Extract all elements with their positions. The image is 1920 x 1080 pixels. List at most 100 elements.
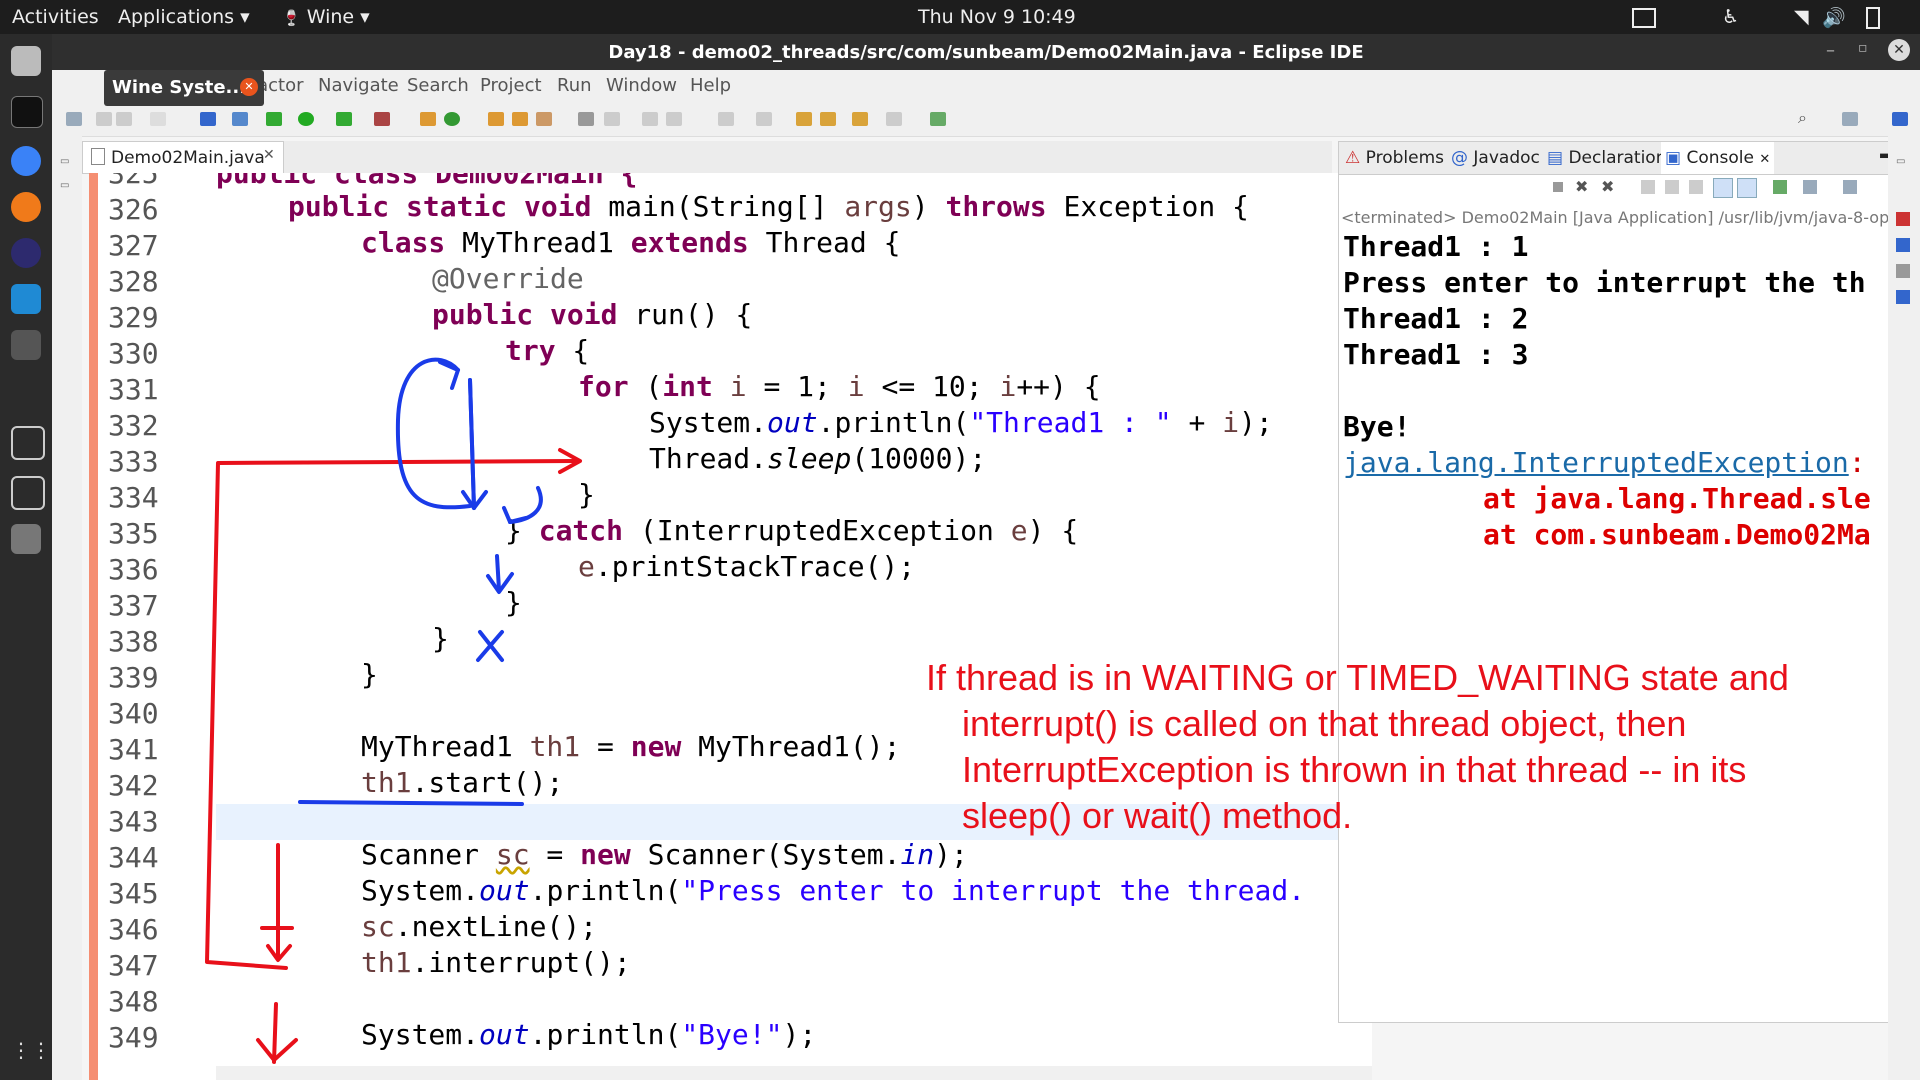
prev-annotation-icon[interactable] xyxy=(756,112,772,126)
tab-javadoc[interactable]: @ Javadoc xyxy=(1451,148,1540,168)
menu-window[interactable]: Window xyxy=(606,75,677,96)
wine-system-tray-tooltip[interactable]: Wine Syste... ✕ xyxy=(104,70,264,106)
undo-icon[interactable] xyxy=(150,112,166,126)
monitor-icon[interactable] xyxy=(11,426,45,460)
forward-arrow-icon[interactable] xyxy=(886,112,902,126)
line-number: 344 xyxy=(108,841,159,874)
battery-icon[interactable] xyxy=(1866,7,1880,29)
volume-icon[interactable]: 🔊 xyxy=(1822,6,1846,29)
accessibility-icon[interactable]: ♿ xyxy=(1722,6,1739,28)
wifi-icon[interactable]: ◥ xyxy=(1794,6,1809,28)
terminal-view-icon[interactable] xyxy=(200,112,216,126)
next-annotation-icon[interactable] xyxy=(718,112,734,126)
external-tools-icon[interactable] xyxy=(374,112,390,126)
open-type-icon[interactable] xyxy=(488,112,504,126)
display-console-icon[interactable] xyxy=(1803,180,1817,194)
last-edit-icon[interactable] xyxy=(796,112,812,126)
show-console-stderr-icon[interactable] xyxy=(1737,178,1757,198)
new-java-package-icon[interactable] xyxy=(420,112,436,126)
tab-problems[interactable]: ⚠ Problems xyxy=(1345,148,1444,168)
declaration-trim-icon[interactable] xyxy=(1896,264,1910,278)
show-console-stdout-icon[interactable] xyxy=(1713,178,1733,198)
minimize-icon[interactable]: – xyxy=(1826,40,1835,61)
close-icon[interactable]: ✕ xyxy=(1888,39,1910,61)
editor-tab-bar: Demo02Main.java ✕ xyxy=(82,141,1332,174)
coverage-icon[interactable] xyxy=(336,112,352,126)
close-tab-icon[interactable]: ✕ xyxy=(263,147,275,163)
mark-occurrences-icon[interactable] xyxy=(604,112,620,126)
files-icon[interactable] xyxy=(11,46,41,76)
screen-icon[interactable] xyxy=(1632,8,1656,28)
horizontal-scrollbar[interactable] xyxy=(216,1066,1372,1080)
menu-navigate[interactable]: Navigate xyxy=(318,75,399,96)
show-apps-icon[interactable]: ⋮⋮ xyxy=(11,1038,51,1068)
annotation-note: If thread is in WAITING or TIMED_WAITING… xyxy=(926,655,1886,839)
line-number: 337 xyxy=(108,589,159,622)
java-perspective-icon[interactable] xyxy=(1892,112,1908,126)
save-icon[interactable] xyxy=(96,112,112,126)
menu-search[interactable]: Search xyxy=(407,75,469,96)
annotation-line: interrupt() is called on that thread obj… xyxy=(962,703,1687,744)
new-class-icon[interactable] xyxy=(444,112,460,126)
console-output[interactable]: Thread1 : 1 Press enter to interrupt the… xyxy=(1339,230,1907,1020)
chrome-icon[interactable] xyxy=(11,146,41,176)
tab-console[interactable]: ▣ Console ✕ xyxy=(1661,142,1775,174)
clear-console-icon[interactable] xyxy=(1641,180,1655,194)
tab-demo02main-java[interactable]: Demo02Main.java ✕ xyxy=(82,141,284,173)
wine-menu[interactable]: 🍷 Wine ▾ xyxy=(282,6,370,28)
line-number: 333 xyxy=(108,445,159,478)
annotation-line: If thread is in WAITING or TIMED_WAITING… xyxy=(926,657,1789,698)
line-number: 334 xyxy=(108,481,159,514)
back-icon[interactable] xyxy=(820,112,836,126)
terminal-icon[interactable] xyxy=(11,96,43,128)
code-editor[interactable]: 325 326 327 328 329 330 331 332 333 334 335 336 337 3… xyxy=(89,173,1372,1080)
pin-editor-icon[interactable] xyxy=(930,112,946,126)
open-perspective-icon[interactable] xyxy=(1842,112,1858,126)
open-console-icon[interactable] xyxy=(1843,180,1857,194)
console-trim-icon[interactable] xyxy=(1896,290,1910,304)
search-tool-icon[interactable] xyxy=(536,112,552,126)
save-all-icon[interactable] xyxy=(116,112,132,126)
close-tooltip-icon[interactable]: ✕ xyxy=(240,78,258,96)
disk-icon[interactable] xyxy=(11,524,41,554)
new-icon[interactable] xyxy=(66,112,82,126)
maximize-panel-icon[interactable]: ▭ xyxy=(60,180,69,191)
close-console-icon[interactable]: ✕ xyxy=(1759,152,1770,167)
remove-all-icon[interactable]: ✖ xyxy=(1601,177,1614,196)
activities-button[interactable]: Activities xyxy=(12,6,99,28)
pin-console-icon[interactable] xyxy=(1773,180,1787,194)
whitespace-icon[interactable] xyxy=(666,112,682,126)
back-arrow-icon[interactable] xyxy=(852,112,868,126)
restore-icon[interactable]: ▭ xyxy=(60,156,69,167)
menu-run[interactable]: Run xyxy=(557,75,592,96)
tab-declaration[interactable]: ▤ Declaration xyxy=(1547,148,1666,168)
menu-project[interactable]: Project xyxy=(480,75,542,96)
wine-app-icon[interactable] xyxy=(11,330,41,360)
exception-link[interactable]: java.lang.InterruptedException xyxy=(1343,446,1849,479)
vscode-icon[interactable] xyxy=(11,284,41,314)
scroll-lock-icon[interactable] xyxy=(1665,180,1679,194)
search-icon[interactable]: ⌕ xyxy=(1798,108,1814,127)
code-line-326: public static void main(String[] args) t… xyxy=(288,190,1249,223)
remove-launch-icon[interactable]: ✖ xyxy=(1575,177,1588,196)
block-selection-icon[interactable] xyxy=(642,112,658,126)
terminate-icon[interactable] xyxy=(1553,182,1563,192)
javadoc-trim-icon[interactable] xyxy=(1896,238,1910,252)
annotation-icon[interactable] xyxy=(578,112,594,126)
console-line: Press enter to interrupt the th xyxy=(1343,266,1866,299)
applications-menu[interactable]: Applications ▾ xyxy=(118,6,250,28)
screenshot-icon[interactable] xyxy=(11,476,45,510)
skip-breakpoints-icon[interactable] xyxy=(232,112,248,126)
eclipse-icon[interactable] xyxy=(11,238,41,268)
run-icon[interactable] xyxy=(298,112,314,126)
line-number-gutter: 325 326 327 328 329 330 331 332 333 334 335 336 337 3… xyxy=(98,173,166,1080)
maximize-icon[interactable]: ▫ xyxy=(1858,40,1868,56)
firefox-icon[interactable] xyxy=(11,192,41,222)
debug-icon[interactable] xyxy=(266,112,282,126)
restore-right-icon[interactable]: ▭ xyxy=(1896,156,1905,167)
problems-trim-icon[interactable] xyxy=(1896,212,1910,226)
word-wrap-icon[interactable] xyxy=(1689,180,1703,194)
clock[interactable]: Thu Nov 9 10:49 xyxy=(918,6,1076,28)
menu-help[interactable]: Help xyxy=(690,75,731,96)
open-task-icon[interactable] xyxy=(512,112,528,126)
